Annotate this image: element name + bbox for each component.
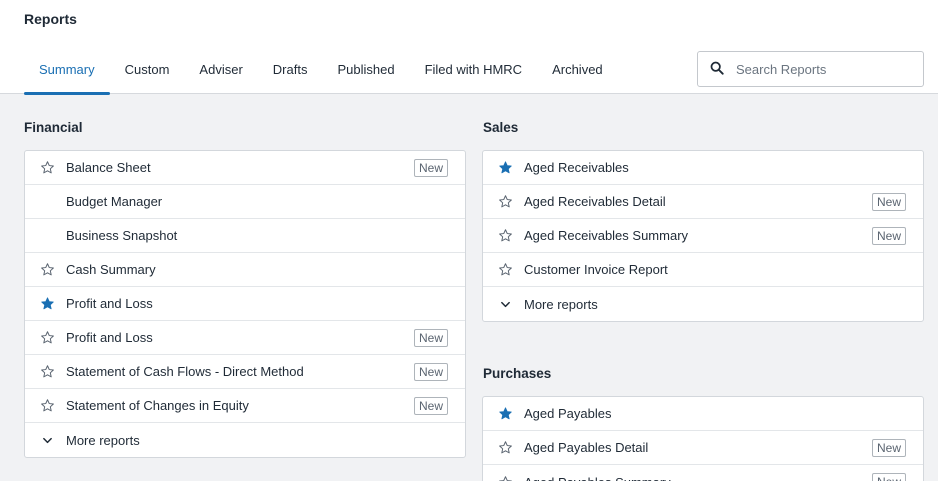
star-filled-icon[interactable] [38,295,56,313]
tab-filed-with-hmrc[interactable]: Filed with HMRC [410,52,538,94]
new-badge: New [871,473,906,481]
report-label: Aged Payables Detail [524,440,649,455]
report-row-cash-summary[interactable]: Cash Summary [25,253,465,287]
chevron-down-icon [496,295,514,313]
report-row-profit-and-loss[interactable]: Profit and Loss [25,287,465,321]
report-label: Statement of Changes in Equity [66,398,249,413]
star-outline-icon[interactable] [38,261,56,279]
report-label: Budget Manager [66,194,163,209]
report-label: Aged Receivables [524,160,629,175]
report-row-customer-invoice-report[interactable]: Customer Invoice Report [483,253,923,287]
star-outline-icon[interactable] [496,473,514,481]
star-outline-icon[interactable] [496,439,514,457]
star-filled-icon[interactable] [496,405,514,423]
report-row-aged-receivables-detail[interactable]: Aged Receivables Detail New [483,185,923,219]
report-row-profit-and-loss[interactable]: Profit and Loss New [25,321,465,355]
new-badge: New [413,396,448,415]
star-outline-icon[interactable] [38,363,56,381]
more-reports-label: More reports [66,432,140,448]
new-badge: New [871,438,906,457]
sales-reports-list: Aged Receivables Aged Receivables Detail N… [482,150,924,322]
search-box[interactable] [697,51,924,87]
report-row-business-snapshot[interactable]: Business Snapshot [25,219,465,253]
new-badge: New [871,226,906,245]
report-tabs: Summary Custom Adviser Drafts Published … [24,52,618,95]
tab-drafts[interactable]: Drafts [258,52,323,94]
report-row-aged-receivables-summary[interactable]: Aged Receivables Summary New [483,219,923,253]
report-row-budget-manager[interactable]: Budget Manager [25,185,465,219]
financial-reports-list: Balance Sheet New Budget Manager Business S… [24,150,466,458]
purchases-reports-list: Aged PayablesAged Payables DetailNewAged… [482,396,924,481]
new-badge: New [871,192,906,211]
more-reports-label: More reports [524,296,598,312]
report-label: Business Snapshot [66,228,178,243]
report-label: Aged Payables [524,406,612,421]
report-label: Customer Invoice Report [524,262,668,277]
section-title-financial: Financial [24,120,83,135]
star-filled-icon[interactable] [496,159,514,177]
tab-adviser[interactable]: Adviser [184,52,257,94]
tab-custom[interactable]: Custom [110,52,185,94]
new-badge: New [413,158,448,177]
star-outline-icon[interactable] [38,329,56,347]
star-outline-icon[interactable] [38,397,56,415]
report-label: Statement of Cash Flows - Direct Method [66,364,304,379]
report-label: Profit and Loss [66,330,153,345]
search-icon [710,61,724,78]
tab-summary[interactable]: Summary [24,52,110,95]
tab-archived[interactable]: Archived [537,52,618,94]
report-row-aged-payables-detail[interactable]: Aged Payables Detail New [483,431,923,465]
star-outline-icon[interactable] [496,193,514,211]
report-row-balance-sheet[interactable]: Balance Sheet New [25,151,465,185]
report-label: Aged Receivables Detail [524,194,666,209]
search-input[interactable] [736,61,916,77]
report-row-statement-of-changes-in-equity[interactable]: Statement of Changes in Equity New [25,389,465,423]
report-label: Profit and Loss [66,296,153,311]
report-label: Cash Summary [66,262,156,277]
report-label: Aged Receivables Summary [524,228,689,243]
icon-placeholder [38,193,56,211]
more-reports-button[interactable]: More reports [25,423,465,457]
new-badge: New [413,328,448,347]
report-row-aged-payables[interactable]: Aged Payables [483,397,923,431]
reports-header: Reports Summary Custom Adviser Drafts Pu… [0,0,938,95]
chevron-down-icon [38,431,56,449]
new-badge: New [413,362,448,381]
star-outline-icon[interactable] [496,261,514,279]
star-outline-icon[interactable] [38,159,56,177]
report-row-aged-payables-summary[interactable]: Aged Payables SummaryNew [483,465,923,481]
star-outline-icon[interactable] [496,227,514,245]
section-title-sales: Sales [483,120,519,135]
more-reports-button[interactable]: More reports [483,287,923,321]
icon-placeholder [38,227,56,245]
report-label: Balance Sheet [66,160,151,175]
tab-published[interactable]: Published [322,52,409,94]
page-title: Reports [24,11,77,27]
report-row-statement-of-cash-flows-direct-method[interactable]: Statement of Cash Flows - Direct Method N… [25,355,465,389]
section-title-purchases: Purchases [483,366,552,381]
report-row-aged-receivables[interactable]: Aged Receivables [483,151,923,185]
report-label: Aged Payables Summary [524,475,872,481]
